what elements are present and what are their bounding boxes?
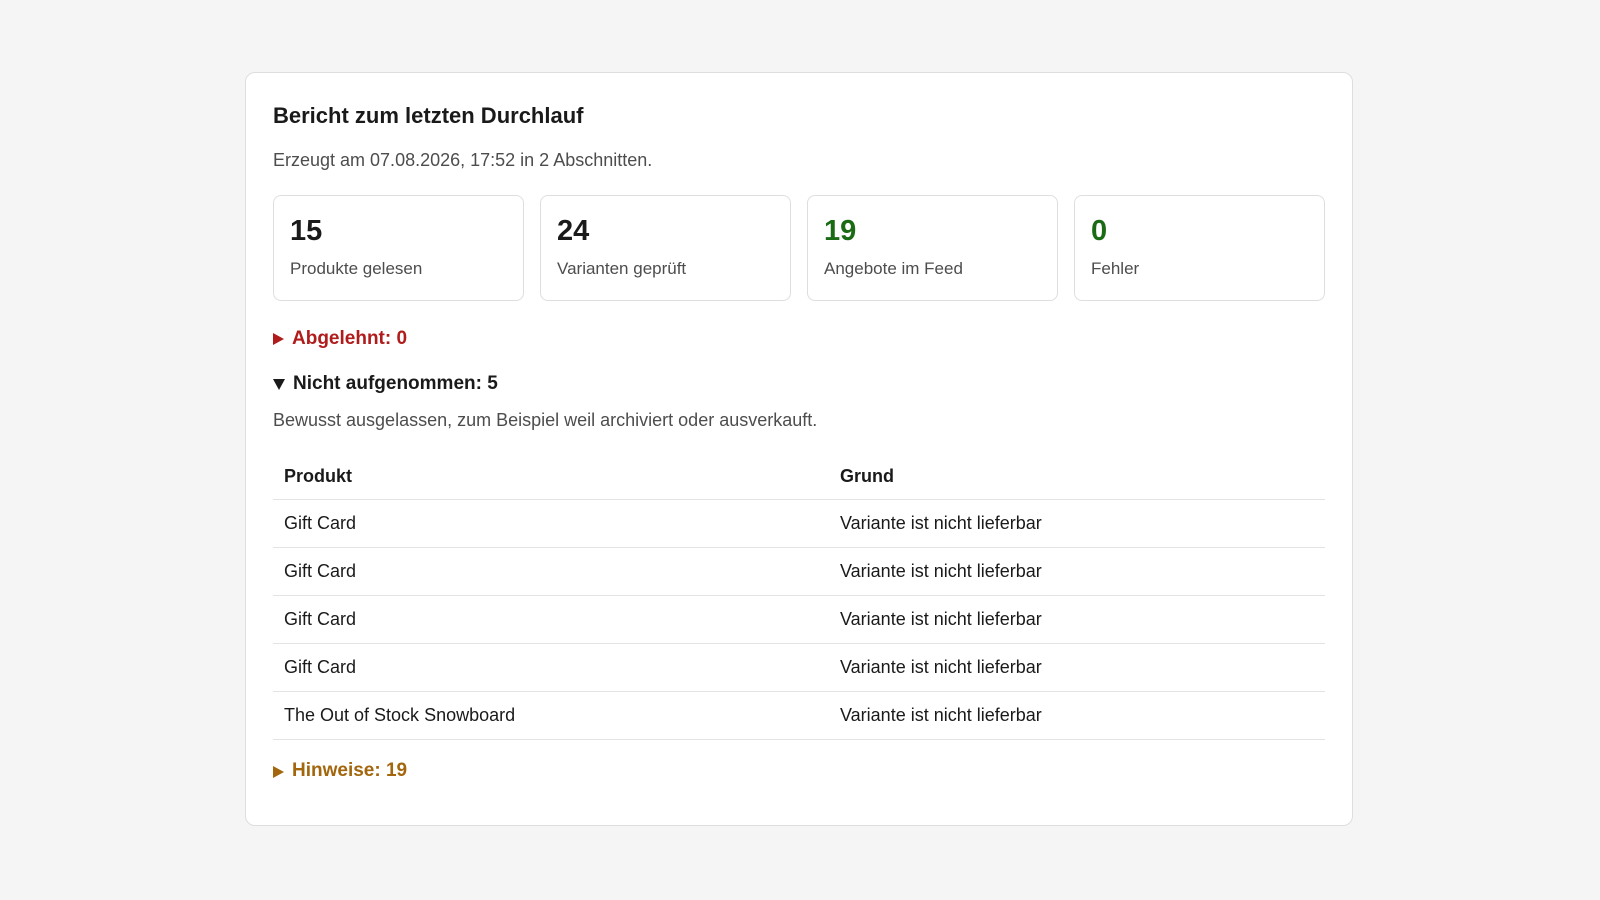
reason-cell: Variante ist nicht lieferbar <box>829 643 1325 693</box>
column-header-product: Produkt <box>273 453 829 501</box>
table-row: Gift Card Variante ist nicht lieferbar <box>273 499 1325 549</box>
excluded-section-label: Nicht aufgenommen: 5 <box>293 372 498 394</box>
stat-value: 24 <box>557 214 590 247</box>
stat-card-errors: 0 Fehler <box>1074 194 1325 301</box>
reason-cell: Variante ist nicht lieferbar <box>829 595 1325 645</box>
stat-value: 0 <box>1091 214 1108 247</box>
excluded-table: Produkt Grund Gift Card Variante ist nic… <box>273 453 1325 741</box>
stat-label: Fehler <box>1091 258 1140 278</box>
rejected-section-label: Abgelehnt: 0 <box>292 327 408 349</box>
stat-label: Produkte gelesen <box>290 258 423 278</box>
table-row: Gift Card Variante ist nicht lieferbar <box>273 547 1325 597</box>
excluded-section-toggle[interactable]: Nicht aufgenommen: 5 <box>273 373 1325 396</box>
triangle-down-icon <box>273 378 285 390</box>
report-subtitle: Erzeugt am 07.08.2026, 17:52 in 2 Abschn… <box>273 150 653 171</box>
report-card: Bericht zum letzten Durchlauf Erzeugt am… <box>245 72 1353 826</box>
product-cell: Gift Card <box>273 547 829 597</box>
product-cell: The Out of Stock Snowboard <box>273 691 829 741</box>
reason-cell: Variante ist nicht lieferbar <box>829 691 1325 741</box>
stat-value: 15 <box>290 214 323 247</box>
stats-row: 15 Produkte gelesen 24 Varianten geprüft… <box>273 194 1325 301</box>
hints-section-toggle[interactable]: Hinweise: 19 <box>273 760 1325 783</box>
column-header-reason: Grund <box>829 453 1325 501</box>
product-cell: Gift Card <box>273 499 829 549</box>
table-row: The Out of Stock Snowboard Variante ist … <box>273 691 1325 741</box>
table-row: Gift Card Variante ist nicht lieferbar <box>273 643 1325 693</box>
triangle-right-icon <box>273 333 284 346</box>
stat-label: Varianten geprüft <box>557 258 687 278</box>
rejected-section-toggle[interactable]: Abgelehnt: 0 <box>273 328 1325 351</box>
stat-card-products: 15 Produkte gelesen <box>273 194 524 301</box>
reason-cell: Variante ist nicht lieferbar <box>829 547 1325 597</box>
product-cell: Gift Card <box>273 595 829 645</box>
stat-card-variants: 24 Varianten geprüft <box>540 194 791 301</box>
reason-cell: Variante ist nicht lieferbar <box>829 499 1325 549</box>
report-title: Bericht zum letzten Durchlauf <box>273 103 584 128</box>
triangle-right-icon <box>273 765 284 778</box>
stat-value: 19 <box>824 214 857 247</box>
stat-label: Angebote im Feed <box>824 258 963 278</box>
table-header-row: Produkt Grund <box>273 453 1325 501</box>
stat-card-offers: 19 Angebote im Feed <box>807 194 1058 301</box>
hints-section-label: Hinweise: 19 <box>292 760 408 782</box>
table-row: Gift Card Variante ist nicht lieferbar <box>273 595 1325 645</box>
excluded-section-note: Bewusst ausgelassen, zum Beispiel weil a… <box>273 409 818 430</box>
product-cell: Gift Card <box>273 643 829 693</box>
